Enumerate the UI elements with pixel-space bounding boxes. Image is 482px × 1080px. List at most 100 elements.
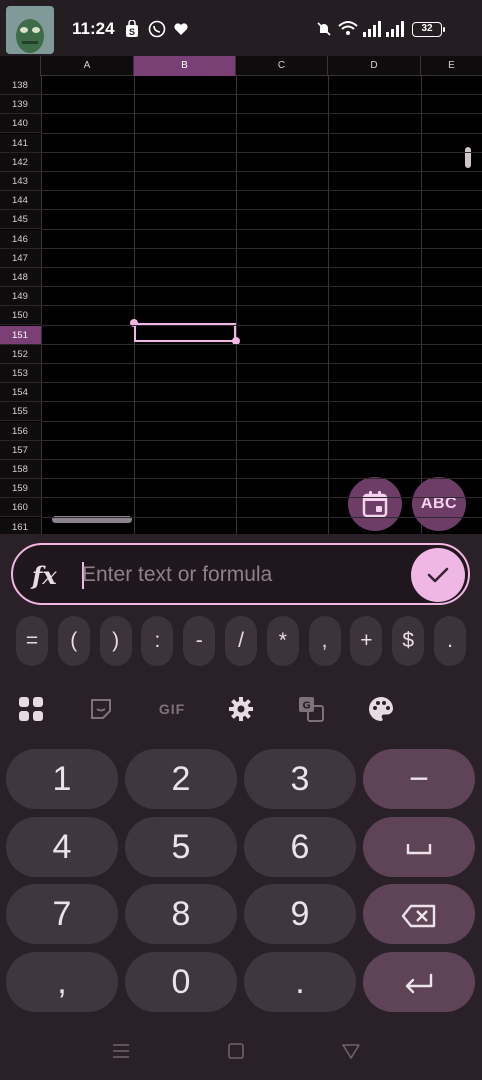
row-header-153[interactable]: 153 [0, 364, 41, 383]
apps-grid-icon[interactable] [16, 694, 46, 724]
row-header-141[interactable]: 141 [0, 133, 41, 153]
grid-line [41, 459, 482, 460]
column-header-e[interactable]: E [421, 56, 482, 76]
key-enter[interactable] [363, 952, 475, 1012]
settings-icon[interactable] [226, 694, 256, 724]
symbol-key-asterisk[interactable]: * [266, 616, 299, 666]
row-header-139[interactable]: 139 [0, 95, 41, 115]
grid-line [41, 324, 482, 326]
key-minus[interactable]: − [363, 749, 475, 809]
svg-text:S: S [129, 27, 135, 37]
column-header-b[interactable]: B [134, 56, 236, 76]
key-space[interactable] [363, 817, 475, 877]
symbol-key-comma[interactable]: , [308, 616, 341, 666]
grid-line [41, 113, 482, 115]
formula-keyboard: fx = ( ) : - / * , + $ . GIF [0, 534, 482, 1080]
signal-icon [361, 20, 381, 38]
key-comma[interactable]: , [6, 952, 118, 1012]
confirm-button[interactable] [411, 548, 465, 602]
symbol-key-period[interactable]: . [434, 616, 466, 666]
row-header-142[interactable]: 142 [0, 152, 41, 172]
formula-bar[interactable]: fx [11, 543, 470, 605]
row-header-158[interactable]: 158 [0, 460, 41, 479]
symbol-key-close-paren[interactable]: ) [99, 616, 132, 666]
row-header-145[interactable]: 145 [0, 210, 41, 230]
translate-icon[interactable]: G [296, 694, 326, 724]
sticker-icon[interactable] [86, 694, 116, 724]
backspace-icon [401, 904, 436, 928]
row-header-140[interactable]: 140 [0, 114, 41, 134]
enter-icon [405, 973, 433, 994]
abc-keyboard-fab[interactable]: ABC [412, 477, 466, 531]
avatar [6, 6, 54, 54]
row-header-157[interactable]: 157 [0, 440, 41, 460]
grid-line [41, 401, 482, 403]
home-icon[interactable] [228, 1043, 244, 1059]
status-bar: 11:24 S 32 [0, 0, 482, 56]
symbol-key-row: = ( ) : - / * , + $ . [16, 616, 466, 666]
selection-handle-top-left[interactable] [130, 319, 138, 327]
symbol-key-plus[interactable]: + [350, 616, 383, 666]
spreadsheet-grid[interactable]: A B C D E ABC 138 139 140 141 142 143 144 145 14… [0, 56, 482, 534]
key-7[interactable]: 7 [6, 884, 118, 944]
formula-input[interactable] [82, 555, 402, 595]
symbol-key-open-paren[interactable]: ( [57, 616, 90, 666]
key-2[interactable]: 2 [125, 749, 237, 809]
key-backspace[interactable] [363, 884, 475, 944]
grid-line [41, 171, 482, 172]
grid-line [41, 439, 482, 441]
row-header-138[interactable]: 138 [0, 76, 41, 95]
row-header-148[interactable]: 148 [0, 268, 41, 287]
row-header-161[interactable]: 161 [0, 517, 41, 534]
grid-line [41, 516, 482, 518]
key-8[interactable]: 8 [125, 884, 237, 944]
grid-line [41, 478, 482, 480]
row-header-143[interactable]: 143 [0, 172, 41, 191]
heart-shield-icon [172, 20, 190, 38]
symbol-key-equals[interactable]: = [16, 616, 48, 666]
row-header-147[interactable]: 147 [0, 248, 41, 268]
palette-icon[interactable] [366, 694, 396, 724]
grid-line [41, 286, 482, 288]
grid-line [41, 190, 482, 192]
grid-line [41, 132, 482, 134]
selected-cell-b151[interactable] [134, 323, 236, 342]
key-9[interactable]: 9 [244, 884, 356, 944]
symbol-key-minus[interactable]: - [183, 616, 216, 666]
row-header-146[interactable]: 146 [0, 229, 41, 249]
grid-line [41, 343, 482, 345]
corner-cell[interactable] [0, 56, 41, 76]
gif-icon[interactable]: GIF [156, 694, 188, 724]
symbol-key-slash[interactable]: / [225, 616, 257, 666]
signal-icon [384, 20, 404, 38]
row-header-156[interactable]: 156 [0, 421, 41, 441]
key-1[interactable]: 1 [6, 749, 118, 809]
svg-text:G: G [302, 701, 310, 712]
column-header-d[interactable]: D [328, 56, 421, 76]
grid-line [41, 267, 482, 268]
key-6[interactable]: 6 [244, 817, 356, 877]
calendar-fab[interactable] [348, 477, 402, 531]
row-header-152[interactable]: 152 [0, 344, 41, 364]
row-header-160[interactable]: 160 [0, 498, 41, 518]
back-icon[interactable] [342, 1043, 360, 1059]
row-header-151[interactable]: 151 [0, 325, 41, 345]
row-header-154[interactable]: 154 [0, 383, 41, 403]
row-header-150[interactable]: 150 [0, 306, 41, 326]
key-period[interactable]: . [244, 952, 356, 1012]
key-5[interactable]: 5 [125, 817, 237, 877]
key-0[interactable]: 0 [125, 952, 237, 1012]
row-header-155[interactable]: 155 [0, 402, 41, 422]
row-header-144[interactable]: 144 [0, 191, 41, 211]
menu-icon[interactable] [112, 1043, 130, 1059]
key-4[interactable]: 4 [6, 817, 118, 877]
shopping-bag-icon: S [124, 19, 142, 38]
row-header-149[interactable]: 149 [0, 287, 41, 307]
vertical-scrollbar[interactable] [465, 147, 471, 168]
column-header-a[interactable]: A [41, 56, 134, 76]
row-header-159[interactable]: 159 [0, 479, 41, 499]
key-3[interactable]: 3 [244, 749, 356, 809]
symbol-key-dollar[interactable]: $ [392, 616, 425, 666]
column-header-c[interactable]: C [236, 56, 328, 76]
symbol-key-colon[interactable]: : [141, 616, 174, 666]
